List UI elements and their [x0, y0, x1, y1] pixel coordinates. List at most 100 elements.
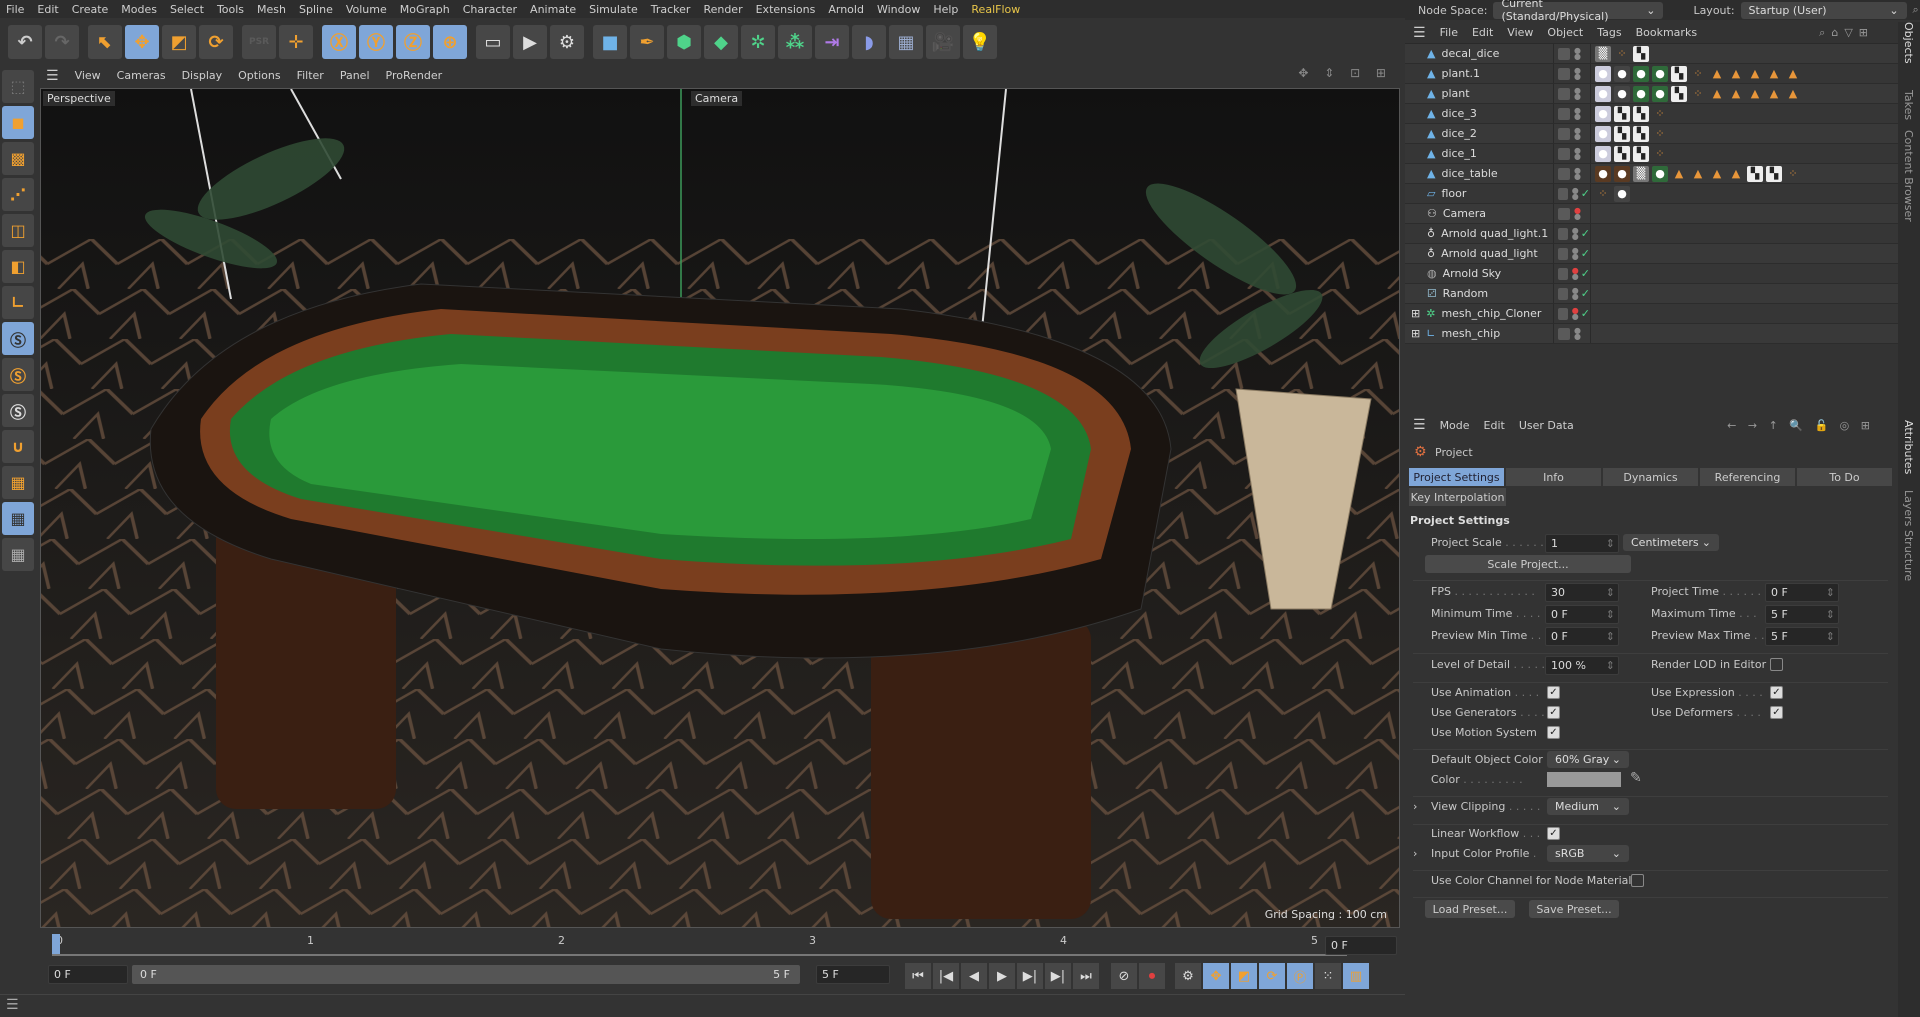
- max-time-field[interactable]: 5 F ⇕: [1765, 605, 1839, 624]
- next-frame-button[interactable]: ▶|: [1017, 963, 1043, 989]
- use-expression-checkbox[interactable]: ✓: [1770, 686, 1783, 699]
- start-frame-field[interactable]: 0 F: [48, 965, 128, 984]
- menu-animate[interactable]: Animate: [530, 3, 576, 16]
- side-tab-content-browser[interactable]: Content Browser: [1902, 130, 1915, 222]
- selection-tag-icon[interactable]: ▲: [1709, 66, 1725, 82]
- layer-toggle[interactable]: [1558, 327, 1570, 340]
- autokey-button[interactable]: ⊘: [1111, 963, 1137, 989]
- object-row[interactable]: ▲ plant.1 ● ● ● ● ● ● ▚ ⁘ ▲ ▲ ▲ ▲ ▲: [1405, 64, 1898, 84]
- phong-tag-icon[interactable]: ⁘: [1690, 86, 1706, 102]
- pen-button[interactable]: ✒: [630, 25, 664, 59]
- scale-unit-dropdown[interactable]: Centimeters ⌄: [1623, 534, 1719, 551]
- menu-select[interactable]: Select: [170, 3, 204, 16]
- eyedropper-icon[interactable]: ✎: [1630, 770, 1642, 786]
- solo-off-button[interactable]: Ⓢ: [2, 394, 34, 427]
- spinner-icon[interactable]: ⇕: [1606, 630, 1615, 643]
- object-name[interactable]: Arnold quad_light.1: [1441, 227, 1548, 240]
- prev-max-field[interactable]: 5 F ⇕: [1765, 627, 1839, 646]
- object-row[interactable]: ▲ dice_2 ● ● ● ▚ ▚ ⁘: [1405, 124, 1898, 144]
- viewport-menu-prorender[interactable]: ProRender: [386, 69, 443, 82]
- keyframe-settings-button[interactable]: ⚙: [1175, 963, 1201, 989]
- menu-simulate[interactable]: Simulate: [589, 3, 638, 16]
- uvw-tag-icon[interactable]: ▚: [1633, 145, 1649, 162]
- object-menu-view[interactable]: View: [1507, 26, 1533, 39]
- phong-tag-icon[interactable]: ⁘: [1614, 46, 1630, 62]
- uvw-tag-icon[interactable]: ▚: [1633, 125, 1649, 142]
- selection-tag-icon[interactable]: ▲: [1766, 86, 1782, 102]
- layer-toggle[interactable]: [1558, 227, 1568, 240]
- visibility-dots[interactable]: ● ●: [1572, 186, 1579, 200]
- texture-tag-icon[interactable]: ▒: [1633, 165, 1649, 182]
- phong-tag-icon[interactable]: ⁘: [1652, 106, 1668, 122]
- subdivision-button[interactable]: ◆: [704, 25, 738, 59]
- visibility-dots[interactable]: ● ●: [1572, 266, 1579, 280]
- layer-toggle[interactable]: [1558, 207, 1570, 220]
- selection-tag-icon[interactable]: ▲: [1709, 166, 1725, 182]
- visibility-dots[interactable]: ● ●: [1574, 326, 1581, 340]
- fps-field[interactable]: 30 ⇕: [1545, 583, 1619, 602]
- object-row[interactable]: ▲ dice_1 ● ● ● ▚ ▚ ⁘: [1405, 144, 1898, 164]
- generator-button[interactable]: ⬢: [667, 25, 701, 59]
- visibility-dots[interactable]: ● ●: [1574, 86, 1581, 100]
- load-preset-button[interactable]: Load Preset...: [1425, 900, 1515, 918]
- scale-button[interactable]: ◩: [162, 25, 196, 59]
- attribute-menu-mode[interactable]: Mode: [1440, 419, 1470, 432]
- key-scale-button[interactable]: ◩: [1231, 963, 1257, 989]
- min-time-field[interactable]: 0 F ⇕: [1545, 605, 1619, 624]
- side-tab-structure[interactable]: Structure: [1902, 530, 1915, 581]
- object-row[interactable]: ♁ Arnold quad_light.1 ● ● ✓: [1405, 224, 1898, 244]
- render-settings-button[interactable]: ⚙: [550, 25, 584, 59]
- solo-hierarchy-button[interactable]: Ⓢ: [2, 358, 34, 391]
- enabled-check-icon[interactable]: ✓: [1581, 247, 1590, 260]
- tab-dynamics[interactable]: Dynamics: [1603, 468, 1698, 486]
- prev-frame-button[interactable]: ◀: [961, 963, 987, 989]
- material-tag-icon[interactable]: ●: [1595, 105, 1611, 122]
- project-scale-field[interactable]: 1 ⇕: [1545, 534, 1619, 553]
- cloner-button[interactable]: ⁂: [778, 25, 812, 59]
- prev-min-field[interactable]: 0 F ⇕: [1545, 627, 1619, 646]
- expand-arrow-icon[interactable]: ›: [1413, 847, 1417, 860]
- render-lod-checkbox[interactable]: [1770, 658, 1783, 671]
- material-tag-icon[interactable]: ●: [1614, 165, 1630, 182]
- phong-tag-icon[interactable]: ⁘: [1652, 126, 1668, 142]
- edges-mode-button[interactable]: ◫: [2, 214, 34, 247]
- menu-character[interactable]: Character: [463, 3, 517, 16]
- expand-arrow-icon[interactable]: ›: [1413, 800, 1417, 813]
- solo-button[interactable]: Ⓢ: [2, 322, 34, 355]
- render-view-button[interactable]: ▭: [476, 25, 510, 59]
- go-end-button[interactable]: ⏭: [1073, 963, 1099, 989]
- save-preset-button[interactable]: Save Preset...: [1529, 900, 1619, 918]
- side-tab-attributes[interactable]: Attributes: [1902, 420, 1915, 474]
- use-motion-system-checkbox[interactable]: ✓: [1547, 726, 1560, 739]
- search-icon[interactable]: ⌕: [1913, 3, 1919, 17]
- tab-info[interactable]: Info: [1506, 468, 1601, 486]
- mograph-button[interactable]: ✲: [741, 25, 775, 59]
- material-tag-icon[interactable]: ●: [1652, 85, 1668, 102]
- selection-tag-icon[interactable]: ▲: [1690, 166, 1706, 182]
- material-tag-icon[interactable]: ●: [1652, 65, 1668, 82]
- material-tag-icon[interactable]: ●: [1614, 185, 1630, 202]
- node-space-dropdown[interactable]: Current (Standard/Physical) ⌄: [1493, 0, 1664, 23]
- viewport-menu-filter[interactable]: Filter: [297, 69, 324, 82]
- tab-to-do[interactable]: To Do: [1797, 468, 1892, 486]
- active-camera-label[interactable]: Camera: [691, 91, 743, 106]
- visibility-dots[interactable]: ● ●: [1572, 306, 1579, 320]
- workplane-align-button[interactable]: ▦: [2, 538, 34, 571]
- material-tag-icon[interactable]: ●: [1595, 125, 1611, 142]
- attribute-menu-edit[interactable]: Edit: [1484, 419, 1505, 432]
- rotate-button[interactable]: ⟳: [199, 25, 233, 59]
- uvw-tag-icon[interactable]: ▚: [1633, 45, 1649, 62]
- texture-mode-button[interactable]: ▩: [2, 142, 34, 175]
- object-name[interactable]: decal_dice: [1441, 47, 1499, 60]
- use-deformers-checkbox[interactable]: ✓: [1770, 706, 1783, 719]
- input-color-dropdown[interactable]: sRGB ⌄: [1547, 845, 1629, 862]
- visibility-dots[interactable]: ● ●: [1574, 46, 1581, 60]
- object-name[interactable]: mesh_chip: [1441, 327, 1500, 340]
- attribute-nav-icons[interactable]: ← → ↑ 🔍 🔓 ◎ ⊞: [1727, 419, 1874, 432]
- visibility-dots[interactable]: ● ●: [1574, 106, 1581, 120]
- hamburger-icon[interactable]: ☰: [46, 68, 59, 84]
- key-rotation-button[interactable]: ⟳: [1259, 963, 1285, 989]
- spinner-icon[interactable]: ⇕: [1826, 608, 1835, 621]
- object-menu-edit[interactable]: Edit: [1472, 26, 1493, 39]
- visibility-dots[interactable]: ● ●: [1574, 166, 1581, 180]
